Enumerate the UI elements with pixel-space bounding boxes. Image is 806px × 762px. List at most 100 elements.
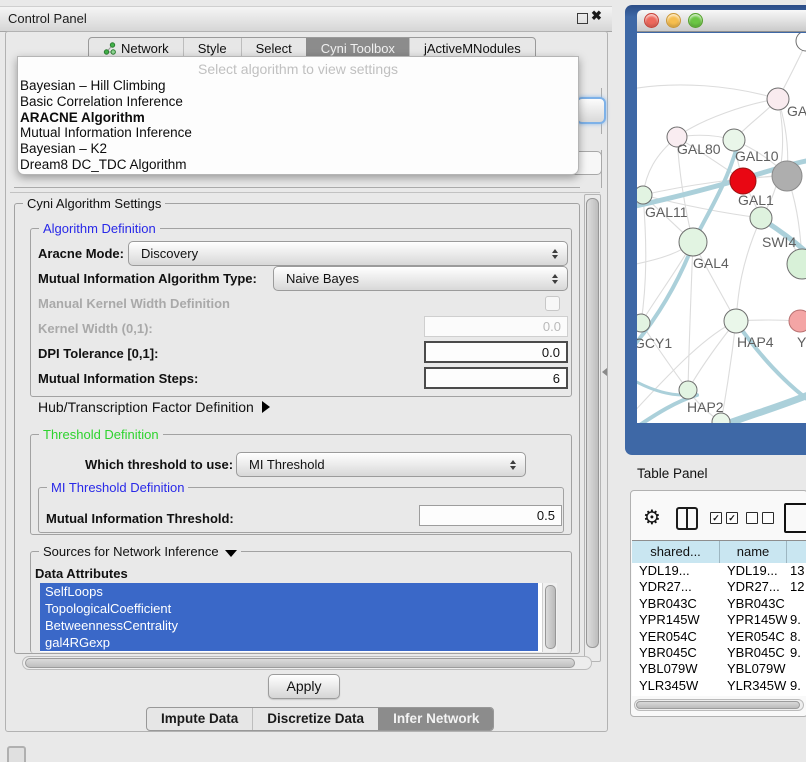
table-cell: 9.	[787, 645, 806, 661]
network-edge[interactable]	[736, 218, 761, 321]
mac-zoom-icon[interactable]	[688, 13, 703, 28]
node-hap4[interactable]	[724, 309, 748, 333]
algorithm-definition-title: Algorithm Definition	[39, 221, 160, 236]
node-gal-partial[interactable]	[767, 88, 789, 110]
data-attributes-list[interactable]: SelfLoopsTopologicalCoefficientBetweenne…	[40, 583, 557, 652]
node-red[interactable]	[730, 168, 756, 194]
network-edge[interactable]	[721, 393, 806, 423]
table-cell: YDL19...	[720, 563, 787, 579]
settings-vertical-scrollbar[interactable]	[584, 194, 601, 662]
node-swi4-big[interactable]	[787, 249, 806, 279]
close-window-icon[interactable]: ✖	[591, 8, 602, 24]
table-cell: 9.	[787, 694, 806, 696]
select-all-checkboxes-icon[interactable]: ✓✓	[710, 512, 738, 524]
algorithm-option-aracne-algorithm[interactable]: ARACNE Algorithm	[18, 110, 578, 126]
deselect-all-checkboxes-icon[interactable]	[746, 512, 774, 524]
node-salmon[interactable]	[789, 310, 806, 332]
mac-close-icon[interactable]	[644, 13, 659, 28]
attribute-item-topologicalcoefficient[interactable]: TopologicalCoefficient	[40, 600, 538, 617]
split-pane-collapse-icon[interactable]	[602, 368, 607, 376]
dpi-tolerance-input[interactable]	[424, 341, 568, 363]
settings-vertical-scrollbar-thumb[interactable]	[586, 198, 599, 648]
threshold-definition-title: Threshold Definition	[39, 427, 163, 442]
which-threshold-select[interactable]: MI Threshold	[236, 452, 526, 477]
table-cell: 12	[787, 579, 806, 595]
focused-combo-fragment[interactable]	[576, 97, 606, 124]
algorithm-option-basic-correlation-inference[interactable]: Basic Correlation Inference	[18, 94, 578, 110]
aracne-mode-value: Discovery	[141, 246, 198, 261]
kernel-width-input[interactable]	[424, 316, 568, 337]
network-canvas[interactable]: GALGAL80GAL10GAL1GAL11SWI4GAL4GCY1HAP4YH…	[637, 33, 806, 423]
node-gcy1[interactable]	[637, 314, 650, 332]
float-window-icon[interactable]	[577, 13, 588, 24]
attributes-list-scrollbar-thumb[interactable]	[545, 585, 556, 649]
hub-transcription-factor-section[interactable]: Hub/Transcription Factor Definition	[38, 399, 270, 415]
table-header[interactable]: shared...name	[632, 540, 806, 564]
network-window-titlebar[interactable]	[637, 10, 806, 32]
node-gal11[interactable]	[637, 186, 652, 204]
algorithm-option-dream8-dc-tdc-algorithm[interactable]: Dream8 DC_TDC Algorithm	[18, 157, 578, 173]
column-header-clipped[interactable]	[787, 541, 806, 563]
table-horizontal-scrollbar[interactable]	[634, 699, 804, 711]
stepper-arrows-icon	[510, 460, 525, 470]
table-row[interactable]: YBL079WYBL079W	[632, 661, 806, 677]
dpi-tolerance-label: DPI Tolerance [0,1]:	[38, 346, 158, 361]
network-edge[interactable]	[688, 321, 736, 390]
settings-horizontal-scrollbar-thumb[interactable]	[25, 658, 575, 668]
table-row[interactable]: YBR045CYBR045C9.	[632, 645, 806, 661]
algorithm-option-bayesian-hill-climbing[interactable]: Bayesian – Hill Climbing	[18, 78, 578, 94]
algorithm-option-mutual-information-inference[interactable]: Mutual Information Inference	[18, 125, 578, 141]
table-horizontal-scrollbar-thumb[interactable]	[636, 701, 800, 709]
network-graph[interactable]: GALGAL80GAL10GAL1GAL11SWI4GAL4GCY1HAP4YH…	[637, 33, 806, 423]
collapse-arrow-icon[interactable]	[225, 550, 237, 557]
node-label-hap2: HAP2	[687, 399, 724, 415]
new-table-icon[interactable]	[784, 503, 806, 533]
table-cell: YIL052C	[720, 694, 787, 696]
node-label-gal11: GAL11	[645, 204, 688, 220]
column-header-shared...[interactable]: shared...	[632, 541, 720, 563]
mi-algorithm-type-select[interactable]: Naive Bayes	[273, 266, 568, 291]
node-gal4[interactable]	[679, 228, 707, 256]
table-cell: YBL079W	[632, 661, 720, 677]
expand-arrow-icon[interactable]	[262, 401, 270, 413]
attribute-item-selfloops[interactable]: SelfLoops	[40, 583, 538, 600]
tab-discretize-data[interactable]: Discretize Data	[252, 708, 378, 730]
table-row[interactable]: YBR043CYBR043C	[632, 596, 806, 612]
network-edge[interactable]	[637, 85, 778, 99]
algorithm-option-bayesian-k2[interactable]: Bayesian – K2	[18, 141, 578, 157]
mac-minimize-icon[interactable]	[666, 13, 681, 28]
tab-impute-data[interactable]: Impute Data	[147, 708, 252, 730]
node-hap2[interactable]	[679, 381, 697, 399]
table-row[interactable]: YDR27...YDR27...12	[632, 579, 806, 595]
node-gray[interactable]	[772, 161, 802, 191]
node-top-right[interactable]	[796, 33, 806, 51]
table-row[interactable]: YPR145WYPR145W9.	[632, 612, 806, 628]
network-edge[interactable]	[637, 379, 683, 395]
control-panel-titlebar: Control Panel	[0, 6, 612, 32]
table-row[interactable]: YDL19...YDL19...13	[632, 563, 806, 579]
apply-button[interactable]: Apply	[268, 674, 340, 699]
minimized-panel-icon[interactable]	[7, 746, 26, 762]
table-body: YDL19...YDL19...13YDR27...YDR27...12YBR0…	[632, 563, 806, 696]
node-gal1[interactable]	[750, 207, 772, 229]
kernel-width-label: Kernel Width (0,1):	[38, 321, 153, 336]
split-columns-icon[interactable]	[676, 507, 698, 530]
settings-horizontal-scrollbar[interactable]	[22, 656, 592, 670]
mi-threshold-input[interactable]	[419, 505, 562, 526]
table-cell: YER054C	[720, 629, 787, 645]
table-cell: YLR345W	[720, 678, 787, 694]
table-row[interactable]: YER054CYER054C8.	[632, 629, 806, 645]
attribute-item-gal4rgexp[interactable]: gal4RGexp	[40, 634, 538, 651]
tab-infer-network[interactable]: Infer Network	[378, 708, 493, 730]
table-row[interactable]: YLR345WYLR345W9.	[632, 678, 806, 694]
gear-icon[interactable]: ⚙	[643, 505, 661, 529]
column-header-name[interactable]: name	[720, 541, 787, 563]
table-cell: YPR145W	[632, 612, 720, 628]
mi-steps-input[interactable]	[424, 367, 568, 389]
attribute-item-betweennesscentrality[interactable]: BetweennessCentrality	[40, 617, 538, 634]
manual-kernel-width-checkbox[interactable]	[545, 296, 560, 311]
table-row[interactable]: YIL052CYIL052C9.	[632, 694, 806, 696]
table-panel-title: Table Panel	[637, 466, 708, 481]
aracne-mode-select[interactable]: Discovery	[128, 241, 568, 266]
attributes-list-scrollbar[interactable]	[542, 583, 557, 652]
